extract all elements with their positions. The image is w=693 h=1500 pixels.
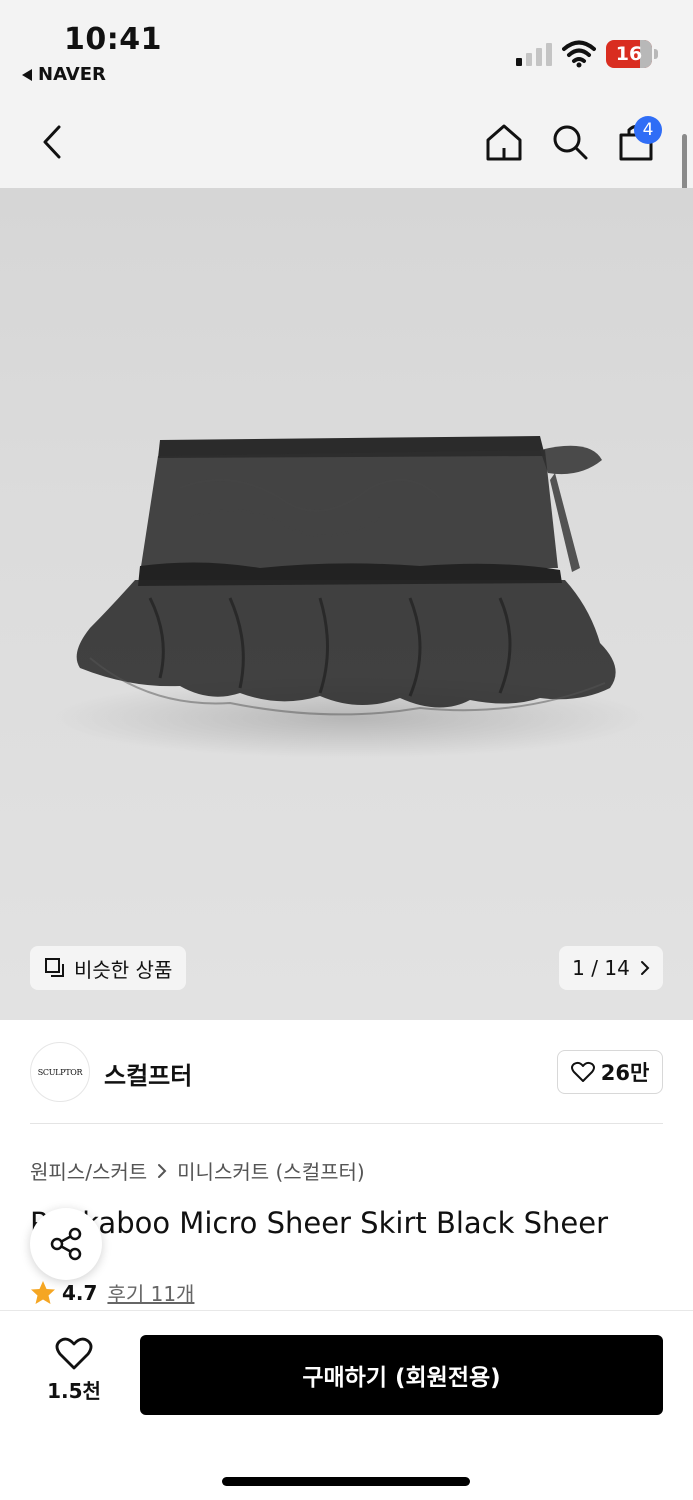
cart-count-badge: 4 [634, 116, 662, 144]
product-skirt-image [50, 436, 650, 758]
breadcrumb-category[interactable]: 원피스/스커트 [30, 1156, 147, 1185]
image-counter-button[interactable]: 1 / 14 [559, 946, 663, 990]
back-button[interactable] [28, 118, 76, 166]
back-triangle-icon [22, 68, 32, 81]
category-breadcrumb: 원피스/스커트 미니스커트 (스컬프터) [30, 1156, 365, 1185]
image-counter: 1 / 14 [572, 956, 630, 980]
wishlist-button[interactable]: 1.5천 [40, 1337, 108, 1404]
home-icon [486, 124, 522, 161]
similar-products-label: 비슷한 상품 [74, 957, 173, 982]
rating-row: 4.7 후기 11개 [30, 1278, 194, 1307]
wishlist-count: 1.5천 [47, 1379, 101, 1403]
shop-name[interactable]: 스컬프터 [104, 1056, 192, 1091]
copy-squares-icon [45, 958, 64, 977]
back-to-app-link[interactable]: NAVER [22, 64, 106, 85]
product-image-gallery[interactable]: 비슷한 상품 1 / 14 [0, 188, 693, 1020]
review-count-link[interactable]: 후기 11개 [107, 1278, 194, 1307]
heart-icon [570, 1061, 595, 1082]
bottom-action-bar: 1.5천 구매하기 (회원전용) [0, 1310, 693, 1500]
chevron-right-icon [640, 961, 650, 975]
similar-products-button[interactable]: 비슷한 상품 [30, 946, 187, 990]
top-nav-bar [0, 100, 693, 188]
chevron-left-icon [43, 125, 61, 159]
search-icon [553, 125, 588, 160]
search-button[interactable] [546, 118, 594, 166]
chevron-right-icon [158, 1163, 167, 1178]
status-time: 10:41 [64, 22, 162, 57]
share-icon [50, 1227, 82, 1261]
back-app-label: NAVER [38, 64, 106, 85]
shop-like-button[interactable]: 26만 [557, 1050, 663, 1094]
buy-button-label: 구매하기 (회원전용) [302, 1365, 501, 1391]
status-bar: 10:41 NAVER 16 [0, 0, 693, 100]
cellular-signal-icon [516, 42, 552, 66]
home-indicator[interactable] [222, 1477, 470, 1486]
star-icon [31, 1280, 55, 1304]
rating-score: 4.7 [62, 1280, 98, 1305]
battery-icon: 16 [606, 40, 658, 68]
breadcrumb-subcategory[interactable]: 미니스커트 (스컬프터) [177, 1156, 365, 1185]
product-title: Peekaboo Micro Sheer Skirt Black Sheer [30, 1206, 609, 1240]
heart-icon [55, 1337, 93, 1370]
share-button[interactable] [30, 1208, 102, 1280]
shop-logo[interactable]: SCULPTOR [30, 1042, 90, 1102]
shop-info-row: SCULPTOR 스컬프터 26만 [30, 1040, 663, 1124]
battery-level: 16 [615, 43, 643, 65]
wifi-icon [562, 40, 596, 68]
home-button[interactable] [480, 118, 528, 166]
shop-logo-text: SCULPTOR [37, 1067, 83, 1077]
buy-button[interactable]: 구매하기 (회원전용) [140, 1335, 663, 1415]
shop-like-count: 26만 [600, 1061, 650, 1085]
